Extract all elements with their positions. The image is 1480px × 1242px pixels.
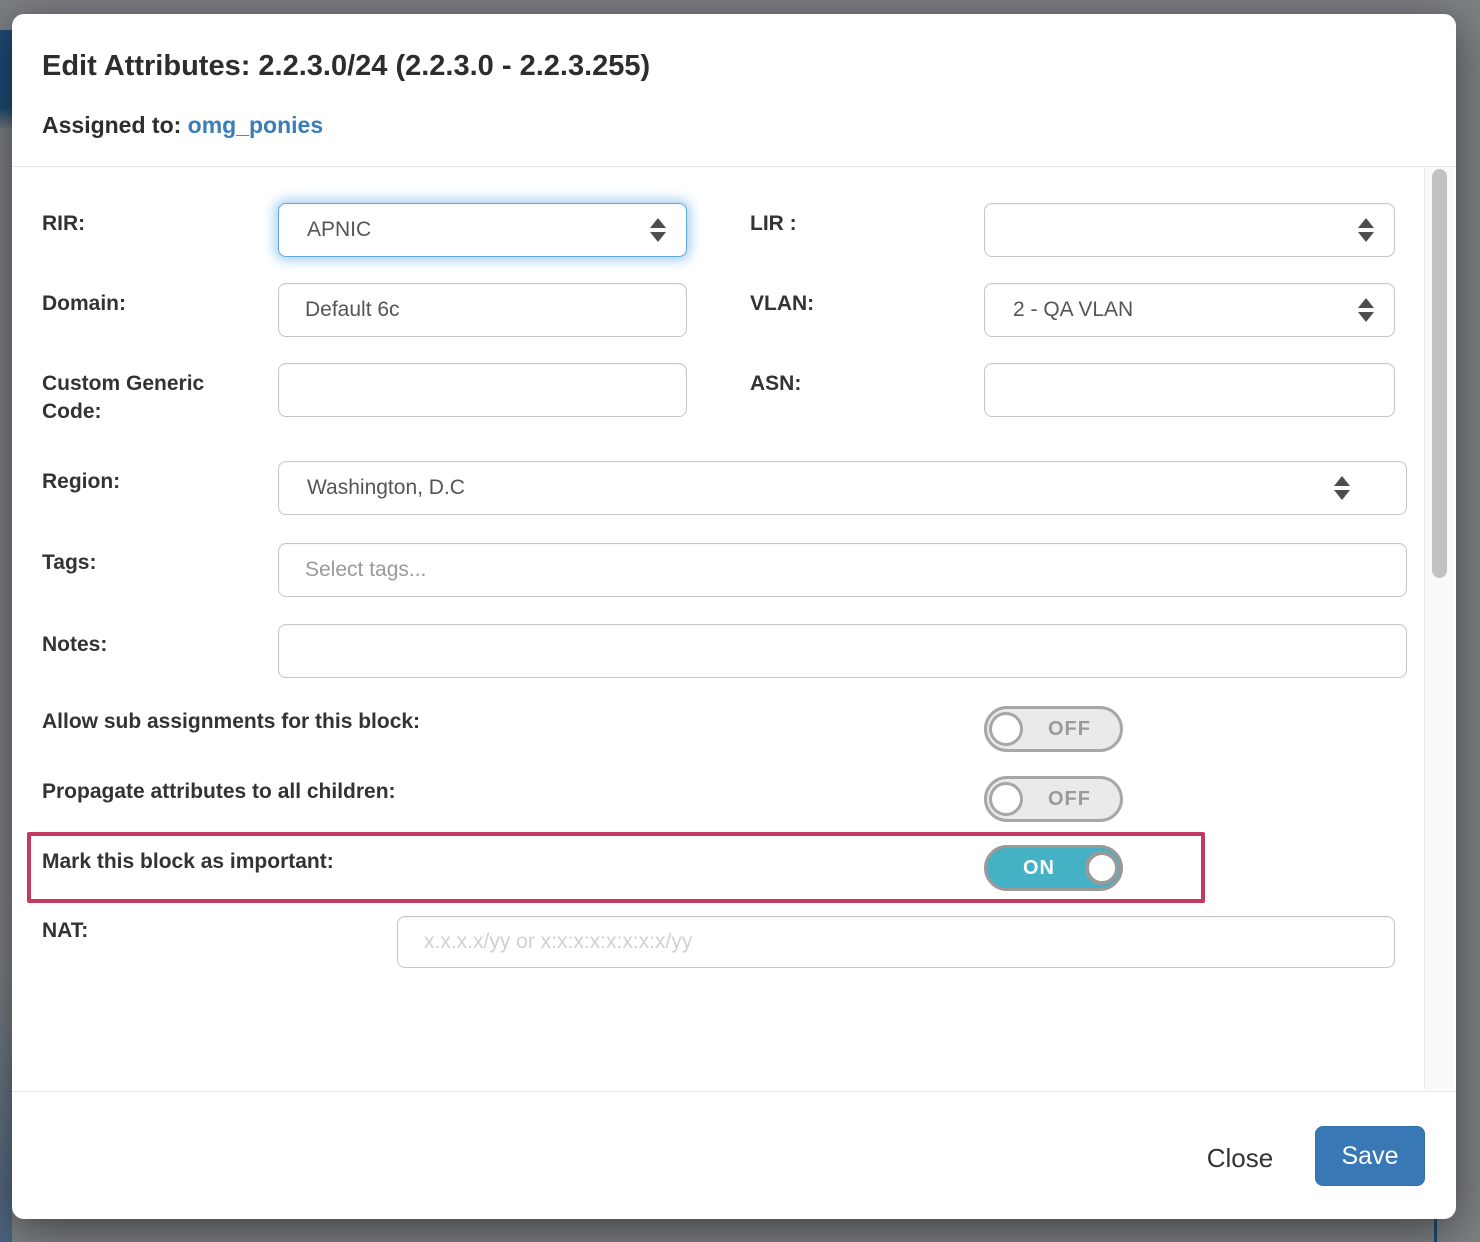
modal-scrollbar-thumb[interactable] [1432,169,1447,578]
modal-scrollbar-track[interactable] [1424,167,1455,1090]
toggle-state-label: OFF [1023,718,1120,741]
custom-generic-code-input[interactable] [278,363,687,417]
toggle-knob [1085,851,1119,885]
region-select-value: Washington, D.C [307,476,465,500]
lir-label: LIR : [750,210,797,238]
rir-select[interactable]: APNIC [278,203,687,257]
asn-label: ASN: [750,370,801,398]
custom-generic-code-label: Custom Generic Code: [42,370,227,426]
asn-input[interactable] [984,363,1395,417]
updown-arrows-icon [1358,298,1374,322]
updown-arrows-icon [1358,218,1374,242]
header-divider [12,166,1456,167]
mark-important-label: Mark this block as important: [42,848,334,876]
nat-input[interactable] [397,916,1395,968]
toggle-state-label: ON [987,857,1085,880]
propagate-attributes-toggle[interactable]: OFF [984,776,1123,822]
rir-label: RIR: [42,210,85,238]
notes-label: Notes: [42,631,107,659]
updown-arrows-icon [650,218,666,242]
assigned-user-link[interactable]: omg_ponies [188,112,323,138]
close-button[interactable]: Close [1190,1140,1290,1176]
save-button[interactable]: Save [1315,1126,1425,1186]
toggle-knob [989,782,1023,816]
toggle-knob [989,712,1023,746]
mark-important-toggle[interactable]: ON [984,845,1123,891]
lir-select[interactable] [984,203,1395,257]
footer-divider [12,1091,1456,1092]
updown-arrows-icon [1334,476,1350,500]
nat-label: NAT: [42,917,88,945]
assigned-to-row: Assigned to: omg_ponies [42,112,323,139]
allow-sub-assignments-toggle[interactable]: OFF [984,706,1123,752]
modal-title: Edit Attributes: 2.2.3.0/24 (2.2.3.0 - 2… [42,50,650,83]
notes-input[interactable] [278,624,1407,678]
region-select[interactable]: Washington, D.C [278,461,1407,515]
vlan-select[interactable]: 2 - QA VLAN [984,283,1395,337]
tags-input[interactable] [278,543,1407,597]
background-page-line [1434,1219,1437,1242]
vlan-label: VLAN: [750,290,814,318]
region-label: Region: [42,468,120,496]
rir-select-value: APNIC [307,218,371,242]
propagate-attributes-label: Propagate attributes to all children: [42,778,396,806]
domain-label: Domain: [42,290,126,318]
background-page-edge [0,30,12,1242]
tags-label: Tags: [42,549,96,577]
vlan-select-value: 2 - QA VLAN [1013,298,1133,322]
assigned-to-label: Assigned to: [42,112,181,138]
toggle-state-label: OFF [1023,788,1120,811]
edit-attributes-modal: Edit Attributes: 2.2.3.0/24 (2.2.3.0 - 2… [12,14,1456,1219]
allow-sub-assignments-label: Allow sub assignments for this block: [42,708,420,736]
domain-input[interactable] [278,283,687,337]
